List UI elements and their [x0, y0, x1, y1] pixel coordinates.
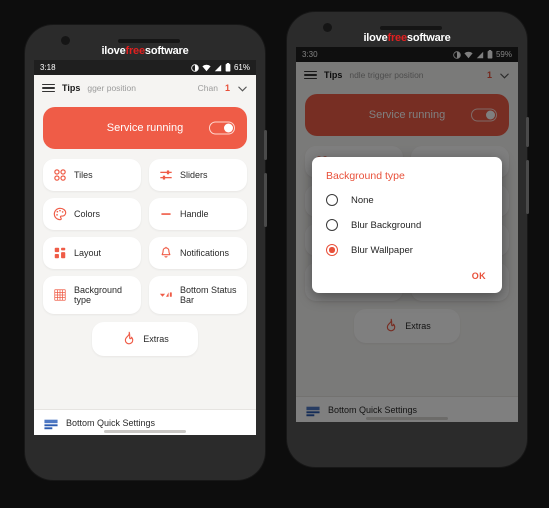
watermark-suffix: software [406, 32, 451, 44]
grid-item-label: Sliders [180, 169, 208, 180]
watermark: ilovefreesoftware [287, 32, 527, 44]
battery-icon [225, 63, 231, 72]
service-toggle[interactable] [209, 121, 235, 135]
status-bar-icon [159, 288, 173, 302]
tips-label[interactable]: Tips [62, 83, 80, 93]
signal-icon [214, 64, 222, 72]
chevron-down-icon[interactable] [237, 83, 248, 94]
grid-item-label: Notifications [180, 247, 230, 258]
grid-item-label: Tiles [74, 169, 93, 180]
extras-row: Extras [43, 322, 247, 356]
grid-item-notifications[interactable]: Notifications [149, 237, 247, 269]
grid-item-label: Colors [74, 208, 101, 219]
ok-button[interactable]: OK [472, 271, 486, 281]
flame-icon [121, 331, 135, 347]
grid-item-bottom-status-bar[interactable]: Bottom Status Bar [149, 276, 247, 314]
phone-screen: 3:18 61% Tips gger position Chan 1 Servi… [34, 60, 256, 435]
grid-item-label: Background type [74, 284, 123, 305]
dialog-actions: OK [326, 269, 488, 287]
earpiece-speaker [380, 26, 442, 30]
front-camera-icon [323, 23, 332, 32]
watermark-suffix: software [144, 45, 189, 57]
footer-label: Bottom Quick Settings [66, 417, 156, 428]
dialog-option-label: Blur Background [351, 219, 422, 231]
battery-percent: 61% [233, 63, 250, 72]
power-button[interactable] [264, 130, 267, 160]
status-time: 3:18 [40, 63, 56, 72]
background-type-dialog: Background type None Blur Background Blu… [312, 157, 502, 293]
grid-item-tiles[interactable]: Tiles [43, 159, 141, 191]
wifi-icon [202, 64, 211, 72]
dialog-option-label: Blur Wallpaper [351, 244, 413, 256]
phone-right: ilovefreesoftware 3:30 59% Tips ndle tri… [287, 12, 529, 467]
watermark-prefix: ilove [101, 45, 126, 57]
power-button[interactable] [526, 117, 529, 147]
status-icons: 61% [191, 63, 250, 72]
handle-icon [159, 207, 173, 221]
earpiece-speaker [118, 39, 180, 43]
hamburger-icon[interactable] [42, 83, 55, 93]
app-bar: Tips gger position Chan 1 [34, 75, 256, 101]
vibrate-icon [191, 63, 199, 72]
watermark-prefix: ilove [363, 32, 388, 44]
radio-button[interactable] [326, 219, 338, 231]
layout-icon [53, 246, 67, 260]
phone-screen: 3:30 59% Tips ndle trigger position 1 [296, 47, 518, 422]
quick-settings-icon [44, 417, 58, 430]
tiles-icon [53, 168, 67, 182]
grid-item-sliders[interactable]: Sliders [149, 159, 247, 191]
channel-label: Chan [197, 83, 218, 93]
bell-icon [159, 246, 173, 260]
grid-item-handle[interactable]: Handle [149, 198, 247, 230]
radio-button-selected[interactable] [326, 244, 338, 256]
radio-button[interactable] [326, 194, 338, 206]
status-bar: 3:18 61% [34, 60, 256, 75]
appbar-subtitle: gger position [87, 83, 137, 93]
grid-item-layout[interactable]: Layout [43, 237, 141, 269]
stage: ilovefreesoftware 3:18 61% Tips gger pos… [0, 0, 549, 508]
dialog-title: Background type [326, 170, 405, 182]
watermark-highlight: free [387, 32, 408, 44]
dialog-option-blur-background[interactable]: Blur Background [326, 219, 488, 231]
volume-button[interactable] [264, 173, 267, 227]
service-running-label: Service running [106, 122, 184, 134]
settings-grid: Tiles Sliders Colors Handle [43, 159, 247, 314]
grid-item-label: Layout [74, 247, 102, 258]
watermark: ilovefreesoftware [25, 45, 265, 57]
front-camera-icon [61, 36, 70, 45]
service-running-card[interactable]: Service running [43, 107, 247, 149]
phone-left: ilovefreesoftware 3:18 61% Tips gger pos… [25, 25, 267, 480]
dialog-option-blur-wallpaper[interactable]: Blur Wallpaper [326, 244, 488, 256]
grid-item-label: Bottom Status Bar [180, 284, 237, 305]
home-indicator [104, 430, 186, 433]
channel-number: 1 [224, 83, 230, 93]
sliders-icon [159, 168, 173, 182]
dialog-option-none[interactable]: None [326, 194, 488, 206]
extras-button[interactable]: Extras [92, 322, 198, 356]
grid-item-background-type[interactable]: Background type [43, 276, 141, 314]
volume-button[interactable] [526, 160, 529, 214]
main-content: Service running Tiles Sliders Colors [34, 101, 256, 356]
watermark-highlight: free [125, 45, 146, 57]
palette-icon [53, 207, 67, 221]
grid-item-label: Handle [180, 208, 209, 219]
grid-pattern-icon [53, 288, 67, 302]
dialog-option-label: None [351, 194, 374, 206]
extras-label: Extras [143, 334, 169, 344]
grid-item-colors[interactable]: Colors [43, 198, 141, 230]
